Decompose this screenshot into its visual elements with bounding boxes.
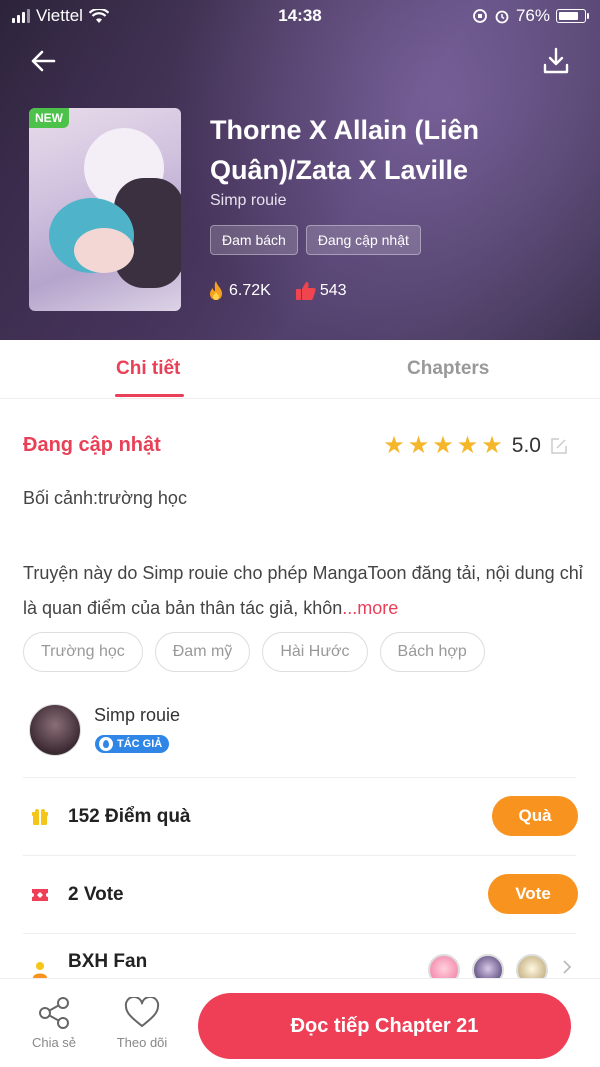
new-badge: NEW xyxy=(29,108,69,128)
orientation-lock-icon xyxy=(473,9,487,23)
rating[interactable]: ★ ★ ★ ★ ★ 5.0 xyxy=(383,434,568,458)
follow-label: Theo dõi xyxy=(116,1035,168,1050)
book-tags: Đam bách Đang cập nhật xyxy=(210,225,421,255)
heart-icon xyxy=(124,997,160,1027)
gift-button[interactable]: Quà xyxy=(492,796,578,836)
continue-reading-button[interactable]: Đọc tiếp Chapter 21 xyxy=(198,993,571,1059)
chevron-right-icon xyxy=(563,960,572,974)
tag-item[interactable]: Đam bách xyxy=(210,225,298,255)
update-status: Đang cập nhật xyxy=(23,434,161,456)
fan-ranking-label: BXH Fan xyxy=(68,951,148,972)
book-stats: 6.72K 543 xyxy=(206,280,347,302)
gift-icon xyxy=(32,809,48,825)
download-icon[interactable] xyxy=(542,46,570,76)
divider xyxy=(23,933,576,934)
star-icon: ★ xyxy=(456,432,479,459)
active-tab-indicator xyxy=(115,394,184,397)
tab-detail[interactable]: Chi tiết xyxy=(116,358,180,380)
author-card[interactable]: Simp rouie TÁC GIẢ xyxy=(29,704,579,776)
tab-chapters[interactable]: Chapters xyxy=(407,358,489,380)
divider xyxy=(23,777,576,778)
gift-row: 152 Điểm quà Quà xyxy=(23,796,578,840)
description-text: Truyện này do Simp rouie cho phép MangaT… xyxy=(23,563,583,618)
likes-count: 543 xyxy=(319,282,347,299)
follow-button[interactable]: Theo dõi xyxy=(107,997,177,1050)
star-icon: ★ xyxy=(383,432,405,459)
back-arrow-icon[interactable] xyxy=(28,46,58,76)
genre-chip[interactable]: Trường học xyxy=(23,632,143,672)
star-icon: ★ xyxy=(407,432,430,459)
share-button[interactable]: Chia sẻ xyxy=(19,997,89,1050)
vote-row: 2 Vote Vote xyxy=(23,874,578,918)
more-link[interactable]: ...more xyxy=(342,598,398,618)
alarm-icon xyxy=(495,10,509,24)
vote-button[interactable]: Vote xyxy=(488,874,578,914)
battery-percent: 76% xyxy=(515,6,550,25)
tab-bar: Chi tiết Chapters xyxy=(0,340,600,399)
genre-chip[interactable]: Bách hợp xyxy=(379,632,485,672)
edit-icon[interactable] xyxy=(550,437,568,455)
book-cover[interactable]: NEW xyxy=(29,108,181,311)
description: Truyện này do Simp rouie cho phép MangaT… xyxy=(23,556,583,626)
divider xyxy=(23,855,576,856)
share-label: Chia sẻ xyxy=(31,1035,77,1050)
author-name[interactable]: Simp rouie xyxy=(94,705,180,726)
star-icon: ★ xyxy=(481,432,503,459)
status-rating-row: Đang cập nhật ★ ★ ★ ★ ★ 5.0 xyxy=(23,434,578,462)
author-badge-icon xyxy=(99,737,113,751)
author-badge: TÁC GIẢ xyxy=(95,735,170,753)
book-title: Thorne X Allain (Liên Quân)/Zata X Lavil… xyxy=(210,115,480,185)
vote-ticket-icon xyxy=(32,889,48,901)
avatar[interactable] xyxy=(29,704,81,756)
genre-chip[interactable]: Hài Hước xyxy=(262,632,368,672)
tag-item[interactable]: Đang cập nhật xyxy=(305,225,421,255)
genre-chip[interactable]: Đam mỹ xyxy=(154,632,251,672)
bottom-action-bar: Chia sẻ Theo dõi Đọc tiếp Chapter 21 xyxy=(0,978,600,1067)
fire-icon xyxy=(210,281,222,300)
author-badge-label: TÁC GIẢ xyxy=(117,738,163,750)
star-icon: ★ xyxy=(432,432,454,459)
share-icon xyxy=(39,997,69,1029)
fan-ranking-icon xyxy=(33,962,47,978)
gift-points: 152 Điểm quà xyxy=(68,806,191,827)
thumbs-up-icon xyxy=(295,282,316,300)
rating-value: 5.0 xyxy=(511,434,541,457)
battery-icon xyxy=(556,9,589,23)
setting-text: Bối cảnh:trường học xyxy=(23,488,187,508)
status-bar: Viettel 14:38 76% xyxy=(0,0,600,32)
book-header: Viettel 14:38 76% NEW Thorne X Allain (L… xyxy=(0,0,600,340)
book-author[interactable]: Simp rouie xyxy=(210,192,286,210)
genre-list: Trường học Đam mỹ Hài Hước Bách hợp xyxy=(23,632,485,672)
views-count: 6.72K xyxy=(229,282,271,299)
vote-count: 2 Vote xyxy=(68,884,124,905)
